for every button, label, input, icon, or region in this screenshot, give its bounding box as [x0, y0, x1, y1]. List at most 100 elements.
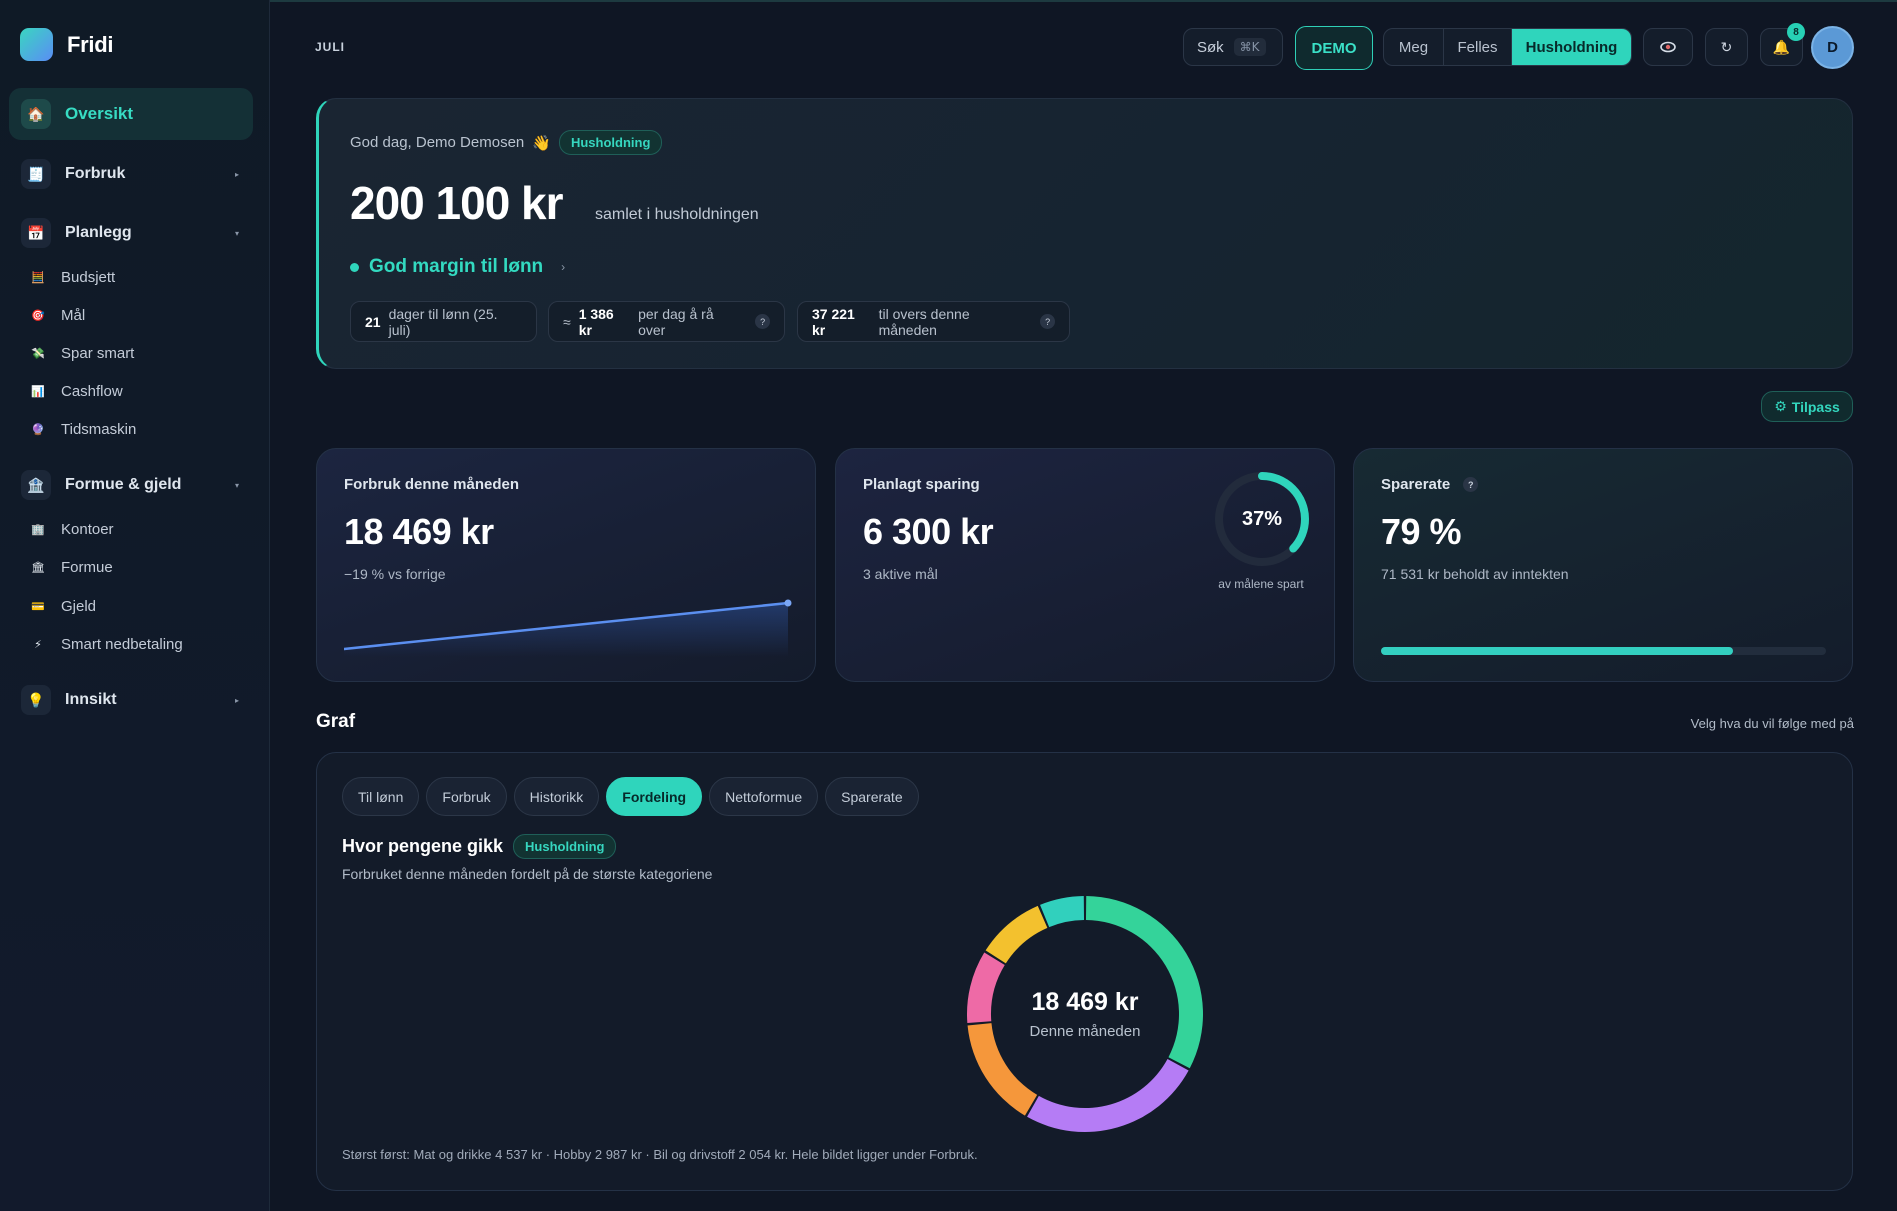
refresh-button[interactable]: ↻ — [1705, 28, 1748, 66]
demo-button[interactable]: DEMO — [1295, 26, 1373, 70]
chevron-down-icon: ▾ — [234, 480, 239, 490]
chevron-right-icon: ▸ — [234, 695, 239, 705]
sidebar-item-kontoer[interactable]: 🏢 Kontoer — [31, 516, 113, 542]
chip-prefix: ≈ — [563, 313, 571, 330]
lightning-icon: ⚡ — [34, 638, 42, 651]
target-icon: 🎯 — [31, 309, 45, 322]
chart-icon: 📊 — [31, 385, 45, 398]
sidebar-group-label: Forbruk — [65, 165, 126, 182]
scope-badge: Husholdning — [558, 130, 663, 155]
spending-sparkline — [344, 599, 792, 657]
search-label: Søk — [1197, 38, 1224, 56]
house-icon: 🏠 — [21, 99, 51, 129]
sidebar-item-budsjett[interactable]: 🧮 Budsjett — [31, 264, 115, 290]
help-icon[interactable]: ? — [755, 314, 770, 329]
search-button[interactable]: Søk ⌘K — [1183, 28, 1283, 66]
scope-tab-meg[interactable]: Meg — [1384, 29, 1444, 65]
tab-nettoformue[interactable]: Nettoformue — [709, 777, 819, 816]
donut-center: 18 469 kr Denne måneden — [965, 894, 1205, 1134]
sidebar-item-cashflow[interactable]: 📊 Cashflow — [31, 378, 123, 404]
graph-section-hint[interactable]: Velg hva du vil følge med på — [1691, 716, 1854, 731]
chevron-right-icon: ▸ — [234, 169, 239, 179]
brand[interactable]: Fridi — [20, 28, 113, 61]
daily-budget-chip: ≈ 1 386 kr per dag å rå over ? — [548, 301, 785, 342]
customize-button[interactable]: ⚙ Tilpass — [1761, 391, 1853, 422]
credit-card-icon: 💳 — [31, 600, 45, 613]
card-value: 18 469 kr — [344, 511, 494, 552]
card-subtitle: 71 531 kr beholdt av inntekten — [1381, 566, 1569, 582]
graph-section-title: Graf — [316, 711, 356, 732]
total-amount: 200 100 kr — [350, 177, 564, 229]
chip-text: dager til lønn (25. juli) — [388, 305, 498, 338]
tab-forbruk[interactable]: Forbruk — [426, 777, 507, 816]
calendar-icon: 📅 — [21, 218, 51, 248]
card-subtitle: −19 % vs forrige — [344, 566, 446, 582]
privacy-toggle-button[interactable] — [1643, 28, 1693, 66]
status-dot-icon — [350, 262, 359, 272]
donut-center-label: Denne måneden — [1029, 1023, 1141, 1040]
scope-tab-felles[interactable]: Felles — [1444, 29, 1512, 65]
refresh-icon: ↻ — [1720, 38, 1733, 55]
card-value: 6 300 kr — [863, 511, 994, 552]
total-amount-caption: samlet i husholdningen — [595, 206, 759, 223]
card-title: Planlagt sparing — [863, 476, 980, 493]
sidebar-item-mal[interactable]: 🎯 Mål — [31, 302, 85, 328]
greeting: God dag, Demo Demosen 👋 Husholdning — [350, 130, 663, 155]
margin-status-link[interactable]: God margin til lønn › — [350, 256, 565, 278]
chip-value: 1 386 kr — [578, 305, 614, 338]
money-wings-icon: 💸 — [31, 347, 45, 360]
scope-switcher: Meg Felles Husholdning — [1383, 28, 1632, 66]
abacus-icon: 🧮 — [31, 271, 45, 284]
chip-text: per dag å rå over — [638, 305, 714, 338]
sidebar-item-smart-nedbetaling[interactable]: ⚡ Smart nedbetaling — [31, 631, 183, 657]
tab-historikk[interactable]: Historikk — [513, 777, 600, 816]
savings-rate-card[interactable]: Sparerate ? 79 % 71 531 kr beholdt av in… — [1353, 448, 1853, 682]
sidebar-group-planlegg[interactable]: 📅 Planlegg ▾ — [9, 211, 253, 255]
sidebar-item-oversikt[interactable]: 🏠 Oversikt — [9, 88, 253, 140]
tab-til-lonn[interactable]: Til lønn — [342, 777, 420, 816]
building-icon: 🏢 — [31, 523, 45, 536]
savings-progress-percent: 37% — [1241, 507, 1283, 530]
sidebar-item-label: Gjeld — [61, 597, 97, 615]
avatar[interactable]: D — [1811, 26, 1854, 69]
sidebar-group-innsikt[interactable]: 💡 Innsikt ▸ — [9, 678, 253, 722]
tab-fordeling[interactable]: Fordeling — [606, 777, 703, 816]
chevron-right-icon: › — [561, 260, 566, 274]
graph-title: Hvor pengene gikk Husholdning — [342, 834, 617, 859]
graph-title-text: Hvor pengene gikk — [342, 836, 504, 856]
sidebar-item-tidsmaskin[interactable]: 🔮 Tidsmaskin — [31, 416, 136, 442]
crystal-ball-icon: 🔮 — [31, 423, 45, 436]
chip-text: til overs denne måneden — [878, 305, 970, 338]
bank-icon: 🏦 — [21, 470, 51, 500]
graph-subtitle: Forbruket denne måneden fordelt på de st… — [342, 866, 713, 882]
sidebar-item-label: Mål — [61, 306, 86, 324]
bell-icon: 🔔 — [1772, 38, 1791, 55]
sidebar-group-forbruk[interactable]: 🧾 Forbruk ▸ — [9, 152, 253, 196]
graph-footer: Størst først: Mat og drikke 4 537 kr · H… — [342, 1147, 978, 1162]
help-icon[interactable]: ? — [1463, 477, 1479, 492]
sidebar-group-formue-gjeld[interactable]: 🏦 Formue & gjeld ▾ — [9, 463, 253, 507]
scope-tab-husholdning[interactable]: Husholdning — [1512, 29, 1631, 65]
greeting-text: God dag, Demo Demosen — [350, 134, 525, 151]
spending-card[interactable]: Forbruk denne måneden 18 469 kr −19 % vs… — [316, 448, 816, 682]
chip-value: 21 — [365, 313, 381, 330]
top-accent-line — [270, 0, 1897, 2]
savings-rate-bar — [1381, 647, 1826, 655]
help-icon[interactable]: ? — [1040, 314, 1055, 329]
gear-icon: ⚙ — [1774, 398, 1787, 414]
current-month: JULI — [315, 40, 346, 54]
sidebar-item-formue[interactable]: 🏛 Formue — [31, 554, 113, 580]
sidebar-item-label: Cashflow — [61, 382, 123, 400]
tab-sparerate[interactable]: Sparerate — [825, 777, 919, 816]
sidebar-item-gjeld[interactable]: 💳 Gjeld — [31, 593, 96, 619]
sidebar-item-spar-smart[interactable]: 💸 Spar smart — [31, 340, 134, 366]
waving-hand-icon: 👋 — [532, 134, 551, 152]
chip-value: 37 221 kr — [812, 305, 855, 338]
sidebar-item-label: Spar smart — [61, 344, 135, 362]
planned-saving-card[interactable]: Planlagt sparing 6 300 kr 3 aktive mål 3… — [835, 448, 1335, 682]
eye-icon — [1660, 41, 1676, 53]
savings-rate-bar-fill — [1381, 647, 1733, 655]
leftover-chip: 37 221 kr til overs denne måneden ? — [797, 301, 1070, 342]
sidebar-item-label: Budsjett — [61, 268, 116, 286]
app-logo-icon — [20, 28, 53, 61]
